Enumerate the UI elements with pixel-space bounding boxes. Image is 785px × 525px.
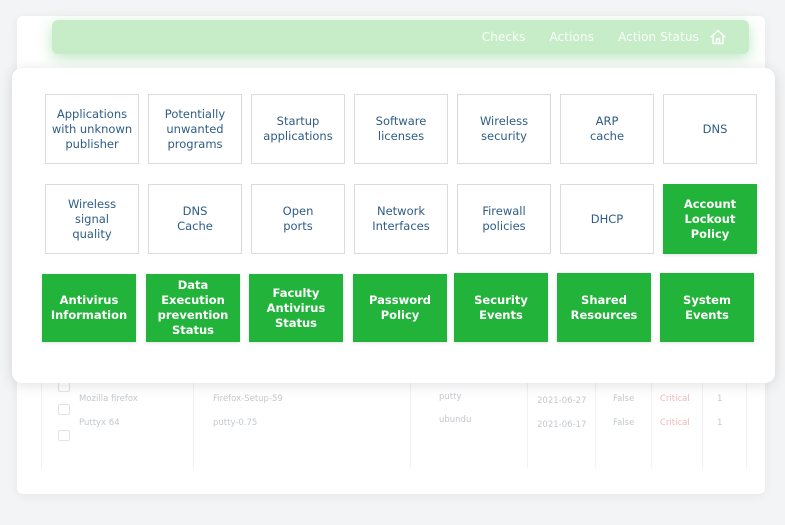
tile-faculty-antivirus-status[interactable]: Faculty Antivirus Status <box>249 274 343 342</box>
tile-wireless-security[interactable]: Wireless security <box>457 94 551 164</box>
nav-checks[interactable]: Checks <box>482 30 526 44</box>
cell-user: putty <box>439 392 462 402</box>
tile-firewall-policies[interactable]: Firewall policies <box>457 184 551 254</box>
row-checkbox[interactable] <box>58 404 70 415</box>
nav-action-status[interactable]: Action Status <box>618 30 699 44</box>
tile-antivirus-information[interactable]: Antivirus Information <box>42 274 136 342</box>
cell-user: ubundu <box>439 415 472 425</box>
cell-file: Firefox-Setup-59 <box>213 394 283 404</box>
tile-shared-resources[interactable]: Shared Resources <box>557 273 651 342</box>
tile-arp-cache[interactable]: ARP cache <box>560 94 654 164</box>
tile-data-execution-prevention-status[interactable]: Data Execution prevention Status <box>146 274 240 342</box>
checks-modal: Applications with unknown publisher Pote… <box>12 68 775 383</box>
tile-software-licenses[interactable]: Software licenses <box>354 94 448 164</box>
cell-name: Mozilla firefox <box>79 394 138 404</box>
cell-name: Puttyx 64 <box>79 418 120 428</box>
tile-network-interfaces[interactable]: Network Interfaces <box>354 184 448 254</box>
cell-date: 2021-06-27 <box>537 396 587 406</box>
tile-startup-applications[interactable]: Startup applications <box>251 94 345 164</box>
cell-date: 2021-06-17 <box>537 420 587 430</box>
cell-count: 1 <box>717 418 723 428</box>
cell-count: 1 <box>717 394 723 404</box>
row-checkbox[interactable] <box>58 430 70 441</box>
tile-dhcp[interactable]: DHCP <box>560 184 654 254</box>
cell-severity: Critical <box>660 418 690 428</box>
tile-potentially-unwanted-programs[interactable]: Potentially unwanted programs <box>148 94 242 164</box>
tile-account-lockout-policy[interactable]: Account Lockout Policy <box>663 184 757 254</box>
tile-dns-cache[interactable]: DNS Cache <box>148 184 242 254</box>
background-table: Mozilla firefox Firefox-Setup-59 putty 2… <box>41 376 747 468</box>
cell-flag: False <box>613 418 635 428</box>
tile-open-ports[interactable]: Open ports <box>251 184 345 254</box>
table-row: Puttyx 64 putty-0.75 ubundu 2021-06-17 F… <box>42 415 746 441</box>
tile-security-events[interactable]: Security Events <box>454 273 548 342</box>
cell-flag: False <box>613 394 635 404</box>
nav-actions[interactable]: Actions <box>550 30 595 44</box>
tile-applications-unknown-publisher[interactable]: Applications with unknown publisher <box>45 94 139 164</box>
table-row: Mozilla firefox Firefox-Setup-59 putty 2… <box>42 392 746 415</box>
cell-file: putty-0.75 <box>213 418 258 428</box>
cell-severity: Critical <box>660 394 690 404</box>
tile-wireless-signal-quality[interactable]: Wireless signal quality <box>45 184 139 254</box>
home-icon[interactable] <box>709 28 727 46</box>
tile-dns[interactable]: DNS <box>663 94 757 164</box>
tile-password-policy[interactable]: Password Policy <box>353 274 447 342</box>
tile-system-events[interactable]: System Events <box>660 273 754 342</box>
top-nav-bar: Checks Actions Action Status <box>52 20 749 54</box>
